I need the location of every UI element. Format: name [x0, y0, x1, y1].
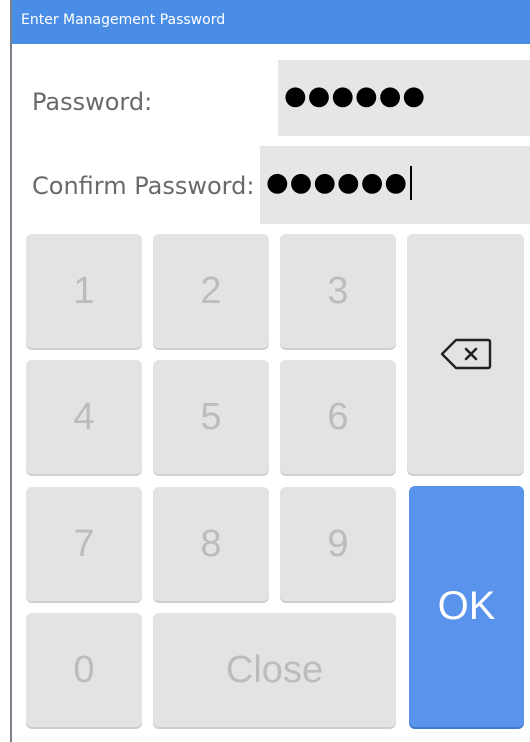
key-4[interactable]: 4 [26, 360, 142, 474]
dialog-title: Enter Management Password [21, 12, 226, 28]
ok-button[interactable]: OK [409, 486, 524, 727]
text-caret [410, 165, 413, 200]
key-8[interactable]: 8 [153, 487, 269, 601]
key-2[interactable]: 2 [153, 234, 269, 348]
close-button[interactable]: Close [153, 613, 396, 727]
title-bar: Enter Management Password [12, 0, 530, 44]
confirm-password-label: Confirm Password: [32, 172, 255, 200]
password-label: Password: [32, 88, 153, 116]
key-7[interactable]: 7 [26, 487, 142, 601]
confirm-password-text: ●●●●●● [266, 165, 413, 200]
password-value: ●●●●●● [284, 81, 427, 112]
key-3[interactable]: 3 [280, 234, 396, 348]
key-6[interactable]: 6 [280, 360, 396, 474]
backspace-button[interactable] [407, 234, 524, 474]
key-0[interactable]: 0 [26, 613, 142, 727]
confirm-password-field[interactable]: ●●●●●● [260, 146, 530, 224]
key-5[interactable]: 5 [153, 360, 269, 474]
key-9[interactable]: 9 [280, 487, 396, 601]
password-dialog: Enter Management Password Password: ●●●●… [10, 0, 530, 742]
backspace-icon [440, 338, 491, 370]
key-1[interactable]: 1 [26, 234, 142, 348]
password-field[interactable]: ●●●●●● [278, 60, 530, 136]
confirm-password-value: ●●●●●● [266, 167, 409, 198]
